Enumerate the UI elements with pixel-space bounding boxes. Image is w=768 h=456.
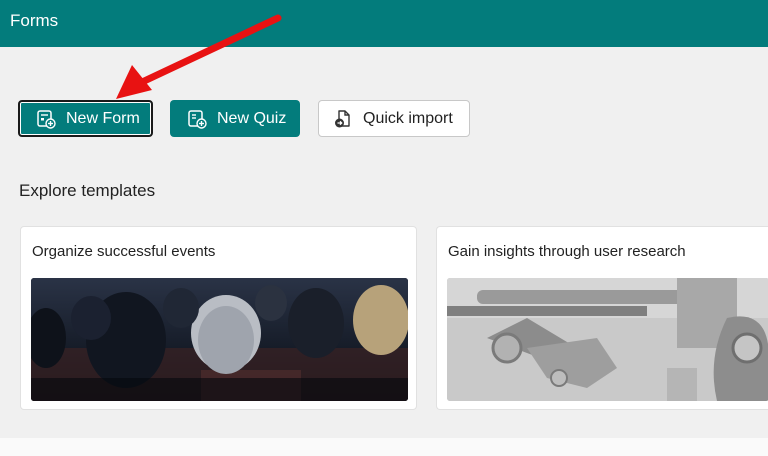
new-quiz-label: New Quiz: [217, 109, 287, 127]
new-quiz-button[interactable]: New Quiz: [170, 100, 300, 137]
research-prototype-image: [447, 278, 768, 401]
new-form-button[interactable]: New Form: [18, 100, 153, 137]
quick-import-button[interactable]: Quick import: [318, 100, 470, 137]
template-card-title: Organize successful events: [32, 243, 216, 260]
document-import-icon: [333, 109, 353, 129]
events-audience-image: [31, 278, 408, 401]
explore-templates-heading: Explore templates: [19, 181, 156, 200]
template-card-user-research[interactable]: Gain insights through user research: [436, 226, 768, 410]
app-header: Forms: [0, 0, 768, 47]
template-card-events[interactable]: Organize successful events: [20, 226, 417, 410]
new-form-label: New Form: [66, 109, 140, 127]
bottom-strip: [0, 438, 768, 456]
quick-import-label: Quick import: [363, 109, 453, 127]
quiz-add-icon: [187, 109, 207, 129]
form-add-icon: [36, 109, 56, 129]
app-title: Forms: [10, 11, 59, 30]
template-card-title: Gain insights through user research: [448, 243, 686, 260]
